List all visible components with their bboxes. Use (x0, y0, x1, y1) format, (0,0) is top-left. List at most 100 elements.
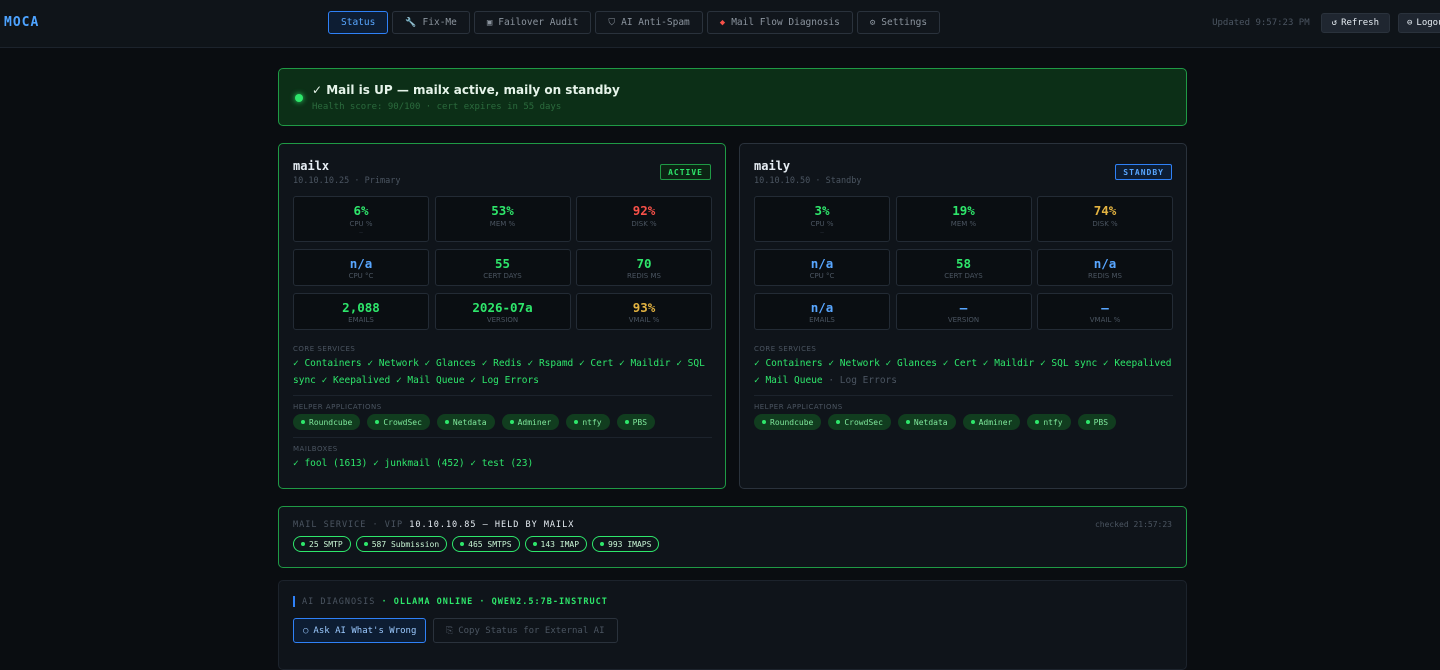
helper-app-label: PBS (632, 417, 648, 427)
metric-value: 3% (814, 203, 830, 218)
status-dot-icon (600, 542, 605, 546)
alert-icon: ◆ (719, 17, 726, 28)
accent-bar (293, 596, 295, 607)
helper-app-pill[interactable]: CrowdSec (828, 414, 891, 430)
port-pill: 465 SMTPS (452, 536, 520, 552)
metric-label: EMAILS (348, 316, 374, 324)
tab-label: Status (341, 17, 376, 28)
server-card-maily: maily 10.10.10.50 · Standby STANDBY 3% CP… (739, 143, 1187, 489)
metric-label: REDIS MS (627, 272, 661, 280)
mailboxes: MAILBOXES ✓ fool (1613) ✓ junkmail (452)… (293, 445, 712, 473)
tab-mail-flow-diagnosis[interactable]: ◆ Mail Flow Diagnosis (706, 11, 853, 34)
section-label: HELPER APPLICATIONS (293, 403, 382, 411)
helper-app-pill[interactable]: CrowdSec (367, 414, 430, 430)
metric-tile: — VMAIL % (1037, 293, 1173, 330)
metric-sub: — (820, 229, 824, 236)
helper-app-pill[interactable]: Netdata (897, 414, 956, 430)
main-nav: Status 🔧 Fix-Me ▣ Failover Audit ⛉ AI Anti-… (328, 11, 941, 34)
helper-applications: HELPER APPLICATIONS Roundcube CrowdSec Net… (754, 403, 1173, 430)
logout-label: Logout (1416, 18, 1440, 28)
metric-label: REDIS MS (1088, 272, 1122, 280)
tab-failover-audit[interactable]: ▣ Failover Audit (473, 11, 592, 34)
helper-app-pill[interactable]: PBS (1077, 414, 1117, 430)
mail-service-header: MAIL SERVICE · VIP 10.10.10.85 — HELD BY… (293, 520, 574, 530)
tab-fix-me[interactable]: 🔧 Fix-Me (392, 11, 470, 34)
logout-button[interactable]: ⊖Logout (1398, 13, 1440, 33)
helper-app-label: Netdata (913, 417, 948, 427)
section-label: CORE SERVICES (293, 345, 356, 353)
helper-app-pill[interactable]: Netdata (436, 414, 495, 430)
helper-app-pill[interactable]: Adminer (962, 414, 1021, 430)
brand-logo[interactable]: MOCA (4, 15, 39, 30)
metrics-grid: 6% CPU % —53% MEM % 92% DISK % n/a CPU °C 55 CERT… (293, 196, 712, 330)
metric-value: 58 (955, 256, 972, 271)
banner-title: ✓ Mail is UP — mailx active, maily on st… (312, 83, 620, 97)
server-card-mailx: mailx 10.10.10.25 · Primary ACTIVE 6% CPU… (278, 143, 726, 489)
metric-tile: 3% CPU % — (754, 196, 890, 242)
tab-ai-anti-spam[interactable]: ⛉ AI Anti-Spam (595, 11, 703, 34)
status-dot-icon (762, 420, 766, 424)
metric-value: 93% (632, 300, 656, 315)
metric-label: EMAILS (809, 316, 835, 324)
mail-service-panel: MAIL SERVICE · VIP 10.10.10.85 — HELD BY… (278, 506, 1187, 568)
metric-label: CPU °C (809, 272, 835, 280)
updated-timestamp: Updated 9:57:23 PM (1212, 18, 1310, 28)
metric-label: CPU % (810, 220, 834, 228)
status-dot-icon (295, 94, 303, 102)
helper-app-pill[interactable]: Roundcube (754, 414, 822, 430)
core-services-ok: ✓ Containers ✓ Network ✓ Glances ✓ Redis… (293, 358, 705, 386)
helper-app-pill[interactable]: PBS (616, 414, 656, 430)
metric-value: 2,088 (342, 300, 380, 315)
wrench-icon: 🔧 (405, 17, 417, 28)
metric-tile: 74% DISK % (1037, 196, 1173, 242)
checked-timestamp: checked 21:57:23 (1094, 520, 1172, 529)
status-dot-icon (836, 420, 841, 424)
metric-tile: 2026-07a VERSION (434, 293, 571, 330)
port-list: 25 SMTP 587 Submission 465 SMTPS 143 IMAP 99… (293, 536, 660, 552)
helper-app-label: ntfy (582, 417, 602, 427)
metric-tile: 55 CERT DAYS (434, 249, 571, 286)
tab-settings[interactable]: ⚙ Settings (856, 11, 941, 34)
status-dot-icon (970, 420, 975, 424)
port-label: 143 IMAP (540, 539, 580, 549)
helper-pills: Roundcube CrowdSec Netdata Adminer ntfy PBS (754, 414, 1173, 430)
port-label: 465 SMTPS (468, 539, 512, 549)
metric-label: MEM % (950, 220, 977, 228)
status-dot-icon (532, 542, 537, 546)
status-dot-icon (624, 420, 629, 424)
ask-ai-button[interactable]: ○ Ask AI What's Wrong (293, 618, 427, 643)
tab-label: Mail Flow Diagnosis (731, 17, 840, 28)
mailboxes-list: ✓ fool (1613) ✓ junkmail (452) ✓ test (2… (293, 458, 534, 469)
copy-status-button[interactable]: ⎘ Copy Status for External AI (433, 618, 618, 643)
metric-value: 92% (632, 203, 656, 218)
metric-tile: 19% MEM % (895, 196, 1032, 242)
status-dot-icon (1085, 420, 1090, 424)
metric-value: 19% (952, 203, 975, 218)
server-name: mailx (293, 159, 330, 173)
port-label: 993 IMAPS (608, 539, 652, 549)
tab-status[interactable]: Status (328, 11, 389, 34)
metric-label: VERSION (947, 316, 980, 324)
metric-label: VERSION (486, 316, 519, 324)
metric-value: 6% (353, 203, 369, 218)
core-services-list: ✓ Containers ✓ Network ✓ Glances ✓ Redis… (293, 356, 712, 389)
metric-value: 2026-07a (472, 300, 533, 315)
metric-label: CERT DAYS (483, 272, 522, 280)
status-badge: ACTIVE (660, 164, 711, 180)
status-dot-icon (375, 420, 380, 424)
helper-app-pill[interactable]: Adminer (501, 414, 560, 430)
metric-tile: 2,088 EMAILS (293, 293, 429, 330)
metric-tile: n/a EMAILS (754, 293, 890, 330)
port-pill: 993 IMAPS (592, 536, 660, 552)
helper-app-pill[interactable]: ntfy (566, 414, 610, 430)
metric-label: DISK % (631, 220, 657, 228)
logout-icon: ⊖ (1407, 18, 1413, 28)
helper-app-pill[interactable]: ntfy (1027, 414, 1071, 430)
helper-app-pill[interactable]: Roundcube (293, 414, 361, 430)
metric-label: VMAIL % (1089, 316, 1121, 324)
metric-tile: 6% CPU % — (293, 196, 429, 242)
circle-icon: ○ (303, 625, 309, 636)
metric-value: n/a (1093, 256, 1117, 271)
core-services-muted: · Log Errors (822, 374, 897, 386)
refresh-button[interactable]: ↺ Refresh (1320, 13, 1390, 33)
